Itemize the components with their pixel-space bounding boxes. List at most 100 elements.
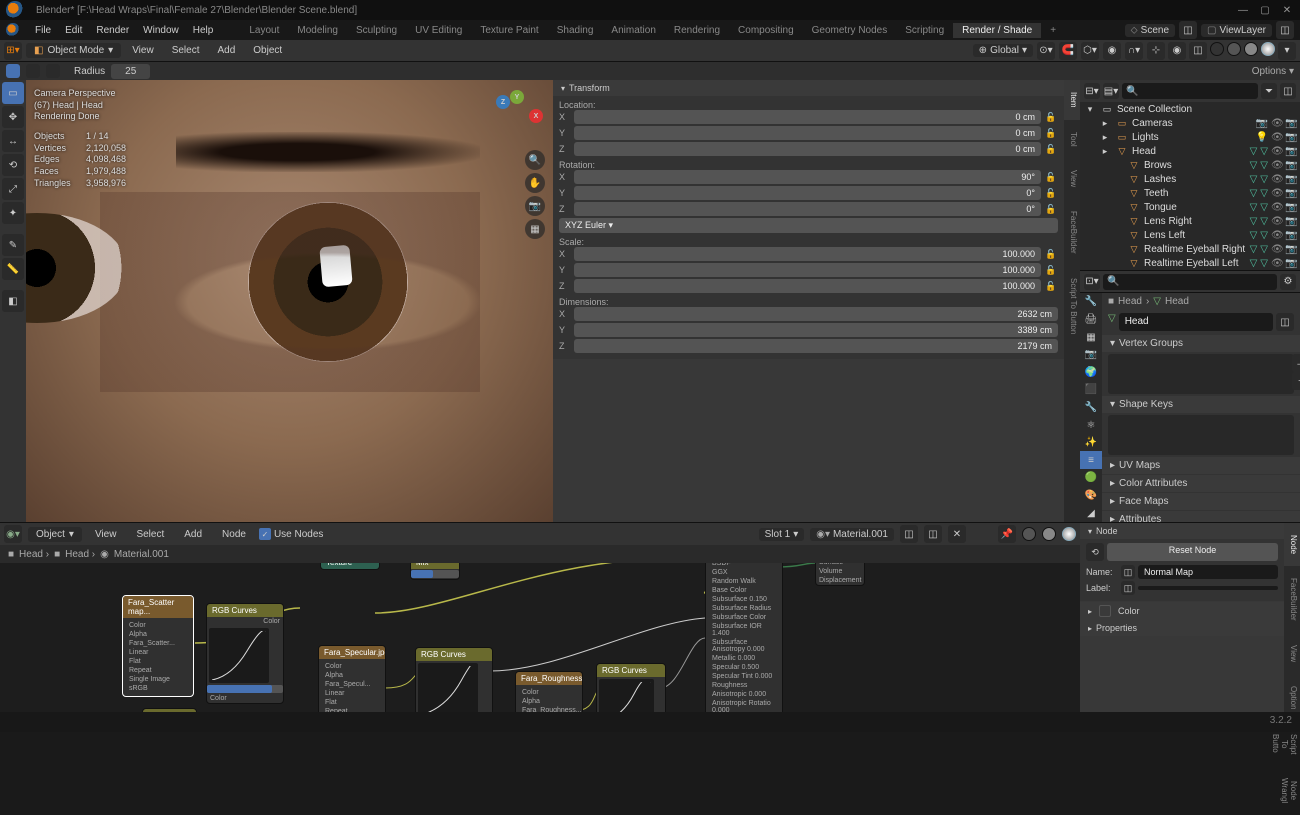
properties-type[interactable]: ⊡▾ xyxy=(1084,274,1100,290)
node-canvas[interactable]: Fara_Scatter map... ColorAlphaFara_Scatt… xyxy=(0,563,1080,712)
menu-render[interactable]: Render xyxy=(89,25,136,36)
vgroup-add[interactable]: ＋ xyxy=(1292,354,1300,372)
transform-field[interactable]: 3389 cm xyxy=(574,323,1058,337)
tool-measure[interactable]: 📏 xyxy=(2,258,24,280)
workspace-tab[interactable]: Modeling xyxy=(288,23,347,38)
tool-select-box[interactable]: ▭ xyxy=(2,82,24,104)
node-principled-bsdf[interactable]: BSDFGGXRandom WalkBase ColorSubsurface 0… xyxy=(705,563,783,712)
shading-wireframe[interactable] xyxy=(1210,42,1224,56)
npanel-tab[interactable]: Script To Button xyxy=(1064,266,1080,346)
node-sidebar-tab[interactable]: Node xyxy=(1284,523,1300,566)
transform-field[interactable]: 100.000 xyxy=(574,279,1041,293)
properties-tab-icon[interactable]: ≡ xyxy=(1080,451,1102,469)
nav-zoom[interactable]: 🔍 xyxy=(525,150,545,170)
lock-toggle[interactable]: 🔓 xyxy=(1044,249,1058,260)
properties-tab-icon[interactable]: ⚛ xyxy=(1080,416,1102,434)
outliner-item[interactable]: ▽Lashes▽▽👁📷 xyxy=(1080,172,1300,186)
sel-add[interactable] xyxy=(26,64,40,78)
view3d-view[interactable]: View xyxy=(125,45,161,56)
node-shade-render[interactable] xyxy=(1062,527,1076,541)
node-sidebar-tab[interactable]: View xyxy=(1284,633,1300,674)
lock-toggle[interactable]: 🔓 xyxy=(1044,265,1058,276)
nav-camera[interactable]: 📷 xyxy=(525,196,545,216)
node-editor-type[interactable]: ◉▾ xyxy=(4,525,22,543)
outliner-item[interactable]: ▽Realtime Eyeball Left▽▽👁📷 xyxy=(1080,256,1300,270)
node-image-scatter[interactable]: Fara_Scatter map... ColorAlphaFara_Scatt… xyxy=(122,595,194,697)
workspace-tab[interactable]: Texture Paint xyxy=(471,23,547,38)
snap-toggle[interactable]: 🧲 xyxy=(1059,42,1077,60)
vgroup-remove[interactable]: − xyxy=(1292,372,1300,390)
node-sidebar-tab[interactable]: Node Wrangl xyxy=(1284,766,1300,815)
lock-toggle[interactable]: 🔓 xyxy=(1044,144,1058,155)
npanel-tab[interactable]: View xyxy=(1064,158,1080,199)
properties-tab-icon[interactable]: 🎨 xyxy=(1080,487,1102,505)
node-sidebar-tab[interactable]: FaceBuilder xyxy=(1284,566,1300,633)
properties-tab-icon[interactable]: ▦ xyxy=(1080,328,1102,346)
menu-edit[interactable]: Edit xyxy=(58,25,89,36)
outliner-item[interactable]: ▽Lens Left▽▽👁📷 xyxy=(1080,228,1300,242)
menu-help[interactable]: Help xyxy=(186,25,221,36)
transform-field[interactable]: 2179 cm xyxy=(574,339,1058,353)
sel-sub[interactable] xyxy=(46,64,60,78)
properties-search[interactable]: 🔍 xyxy=(1103,274,1277,290)
outliner-search[interactable]: 🔍 xyxy=(1122,83,1258,99)
properties-tab-icon[interactable]: 🌍 xyxy=(1080,363,1102,381)
node-add[interactable]: Add xyxy=(177,529,209,540)
close-button[interactable]: ✕ xyxy=(1280,3,1294,17)
workspace-tab[interactable]: Render / Shade xyxy=(953,23,1041,38)
outliner-new-collection[interactable]: ◫ xyxy=(1280,83,1296,99)
outliner-item[interactable]: ▽Realtime Eyeball Right▽▽👁📷 xyxy=(1080,242,1300,256)
prop-section[interactable]: ▸UV Maps xyxy=(1102,457,1300,474)
node-pin[interactable]: 📌 xyxy=(998,525,1016,543)
npanel-transform-header[interactable]: ▾Transform xyxy=(553,80,1064,96)
properties-options[interactable]: ⚙ xyxy=(1280,274,1296,290)
reset-node-btn[interactable]: Reset Node xyxy=(1107,543,1278,561)
nav-ortho[interactable]: ▦ xyxy=(525,219,545,239)
viewlayer-dropdown[interactable]: ▢ViewLayer xyxy=(1201,24,1272,37)
radius-field[interactable]: 25 xyxy=(111,64,150,79)
properties-tab-icon[interactable]: ◢ xyxy=(1080,504,1102,522)
transform-field[interactable]: 0° xyxy=(574,186,1041,200)
workspace-tab[interactable]: Compositing xyxy=(729,23,803,38)
menu-window[interactable]: Window xyxy=(136,25,186,36)
node-select[interactable]: Select xyxy=(129,529,171,540)
node-image-specular[interactable]: Fara_Specular.jpg ColorAlphaFara_Specul.… xyxy=(318,645,386,712)
material-new[interactable]: ◫ xyxy=(924,525,942,543)
workspace-tab[interactable]: Sculpting xyxy=(347,23,406,38)
workspace-tab[interactable]: Rendering xyxy=(665,23,729,38)
node-rgb-curves-2[interactable]: RGB Curves xyxy=(415,647,493,712)
xray-toggle[interactable]: ◫ xyxy=(1189,42,1207,60)
gizmo-toggle[interactable]: ⊹ xyxy=(1147,42,1165,60)
workspace-tab[interactable]: Layout xyxy=(240,23,288,38)
transform-field[interactable]: 100.000 xyxy=(574,247,1041,261)
workspace-tab[interactable]: Shading xyxy=(548,23,603,38)
node-object-dropdown[interactable]: Object▾ xyxy=(28,527,82,542)
editor-type-dropdown[interactable]: ⊞▾ xyxy=(4,42,22,60)
node-name-input[interactable]: Normal Map xyxy=(1138,565,1278,579)
outliner-item[interactable]: ▽Tongue▽▽👁📷 xyxy=(1080,200,1300,214)
view3d-object[interactable]: Object xyxy=(246,45,289,56)
menu-file[interactable]: File xyxy=(28,25,58,36)
workspace-tab[interactable]: Animation xyxy=(602,23,664,38)
material-dropdown[interactable]: ◉▾Material.001 xyxy=(810,528,894,541)
tool-add-cube[interactable]: ◧ xyxy=(2,290,24,312)
mesh-name-input[interactable]: Head xyxy=(1119,313,1273,331)
outliner-item[interactable]: ▸▽Head▽▽👁📷 xyxy=(1080,144,1300,158)
node-sidebar-tab[interactable]: Option xyxy=(1284,674,1300,722)
properties-tab-icon[interactable]: 🖨 xyxy=(1080,311,1102,329)
section-shape-keys[interactable]: ▾Shape Keys xyxy=(1102,396,1300,413)
shading-material[interactable] xyxy=(1244,42,1258,56)
scene-browse[interactable]: ◫ xyxy=(1179,21,1197,39)
transform-field[interactable]: 0° xyxy=(574,202,1041,216)
tool-scale[interactable]: ⤢ xyxy=(2,178,24,200)
nav-gizmo[interactable]: Y X Z xyxy=(491,90,543,142)
nav-pan[interactable]: ✋ xyxy=(525,173,545,193)
node-rgb-curves-1[interactable]: RGB Curves Color Color xyxy=(206,603,284,704)
transform-field[interactable]: 0 cm xyxy=(574,126,1041,140)
prop-section[interactable]: ▸Color Attributes xyxy=(1102,475,1300,492)
node-image-roughness[interactable]: Fara_Roughness... ColorAlphaFara_Roughne… xyxy=(515,671,583,712)
use-nodes-checkbox[interactable]: ✓Use Nodes xyxy=(259,528,323,540)
properties-tab-icon[interactable]: ⬛ xyxy=(1080,381,1102,399)
transform-field[interactable]: 0 cm xyxy=(574,142,1041,156)
tool-cursor[interactable]: ✥ xyxy=(2,106,24,128)
